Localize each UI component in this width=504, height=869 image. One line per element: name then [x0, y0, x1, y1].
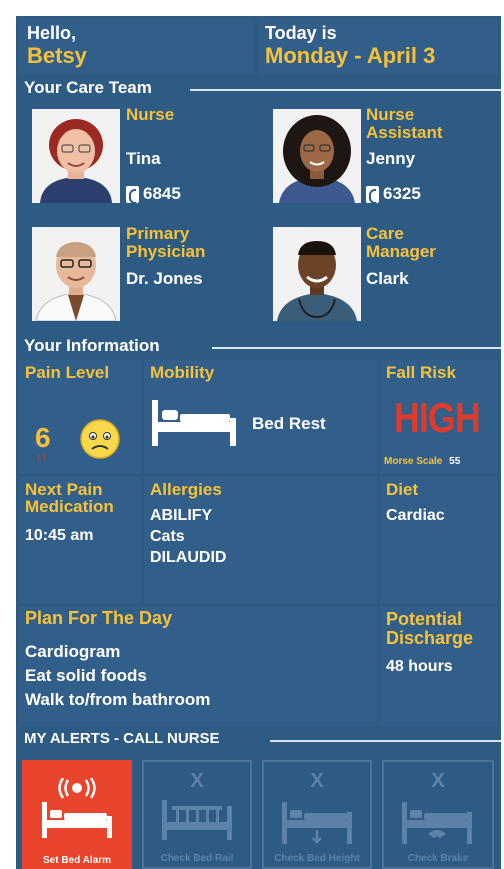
care-team-title: Your Care Team [24, 78, 152, 97]
alerts-title: MY ALERTS - CALL NURSE [24, 730, 220, 747]
allergies-list: ABILIFY Cats DILAUDID [150, 505, 226, 568]
avatar-physician [32, 227, 120, 321]
avatar-nurse-assistant [273, 109, 361, 203]
allergies-label: Allergies [150, 480, 222, 499]
set-bed-alarm-button[interactable]: Set Bed Alarm [22, 760, 132, 869]
bed-height-icon [282, 802, 352, 844]
current-date: Monday - April 3 [265, 43, 436, 68]
discharge-value: 48 hours [386, 658, 453, 675]
name-clark: Clark [366, 269, 409, 288]
role-nurse-assistant: Nurse Assistant [366, 105, 443, 142]
sad-face-icon [80, 419, 120, 459]
check-bed-height-button[interactable]: X Check Bed Height [262, 760, 372, 869]
set-bed-alarm-label: Set Bed Alarm [43, 855, 111, 866]
plan-label: Plan For The Day [25, 608, 173, 628]
ext-tina: 6845 [126, 184, 181, 204]
fall-risk-label: Fall Risk [386, 363, 456, 382]
morse-scale: Morse Scale 55 [384, 456, 461, 467]
diet-value: Cardiac [386, 507, 445, 524]
plan-item: Cardiogram [25, 642, 121, 661]
allergies-tile: Allergies ABILIFY Cats DILAUDID [144, 477, 377, 603]
pain-level-label: Pain Level [25, 363, 110, 382]
mobility-label: Mobility [150, 363, 215, 382]
allergy-item: Cats [150, 528, 185, 545]
role-physician: Primary Physician [126, 224, 206, 261]
info-divider [212, 347, 501, 349]
care-team-divider [190, 89, 501, 91]
care-board: Hello, Betsy Today is Monday - April 3 Y… [16, 16, 501, 869]
date-panel: Today is Monday - April 3 [259, 19, 498, 75]
today-label: Today is [265, 23, 337, 43]
name-jenny: Jenny [366, 149, 416, 168]
check-bed-rail-label: Check Bed Rail [160, 853, 234, 864]
greeting-panel: Hello, Betsy [19, 19, 255, 75]
fall-risk-value: HIGH [394, 394, 481, 441]
mobility-value: Bed Rest [252, 414, 326, 433]
ext-jenny: 6325 [366, 184, 421, 204]
bed-rail-icon [162, 800, 232, 840]
plan-tile: Plan For The Day Cardiogram Eat solid fo… [19, 606, 377, 726]
diet-tile: Diet Cardiac [380, 477, 498, 603]
fall-risk-tile: Fall Risk HIGH Morse Scale 55 [380, 360, 498, 474]
check-brake-label: Check Brake [407, 853, 469, 864]
mobility-tile: Mobility Bed Rest [144, 360, 377, 474]
greeting-label: Hello, [27, 23, 77, 43]
role-care-manager: Care Manager [366, 224, 436, 261]
name-tina: Tina [126, 149, 161, 168]
phone-icon [126, 185, 139, 204]
bed-icon [152, 400, 236, 446]
disabled-mark: X [190, 770, 204, 792]
pain-trend-arrows: ↑↑ [36, 452, 47, 464]
plan-item: Eat solid foods [25, 666, 147, 685]
next-medication-tile: Next Pain Medication 10:45 am [19, 477, 141, 603]
patient-name: Betsy [27, 43, 87, 68]
phone-icon [366, 185, 379, 204]
allergy-item: ABILIFY [150, 507, 213, 524]
discharge-tile: Potential Discharge 48 hours [380, 606, 498, 726]
role-nurse: Nurse [126, 105, 175, 124]
check-brake-button[interactable]: X Check Brake [382, 760, 494, 869]
plan-list: Cardiogram Eat solid foods Walk to/from … [25, 640, 210, 712]
name-dr-jones: Dr. Jones [126, 269, 203, 288]
info-title: Your Information [24, 336, 160, 355]
avatar-care-manager [273, 227, 361, 321]
check-bed-rail-button[interactable]: X Check Bed Rail [142, 760, 252, 869]
pain-level-tile: Pain Level 6 ↑↑ [19, 360, 141, 474]
diet-label: Diet [386, 480, 419, 499]
disabled-mark: X [310, 770, 324, 792]
avatar-nurse [32, 109, 120, 203]
bed-alarm-icon [42, 778, 112, 838]
bed-brake-icon [402, 802, 472, 844]
alerts-divider [270, 740, 501, 742]
disabled-mark: X [431, 770, 445, 792]
next-medication-value: 10:45 am [25, 527, 94, 544]
allergy-item: DILAUDID [150, 549, 227, 566]
plan-item: Walk to/from bathroom [25, 690, 211, 709]
pain-level-value: 6 [35, 422, 51, 453]
check-bed-height-label: Check Bed Height [274, 853, 360, 864]
next-medication-label: Next Pain Medication [25, 480, 114, 516]
discharge-label: Potential Discharge [386, 609, 474, 648]
